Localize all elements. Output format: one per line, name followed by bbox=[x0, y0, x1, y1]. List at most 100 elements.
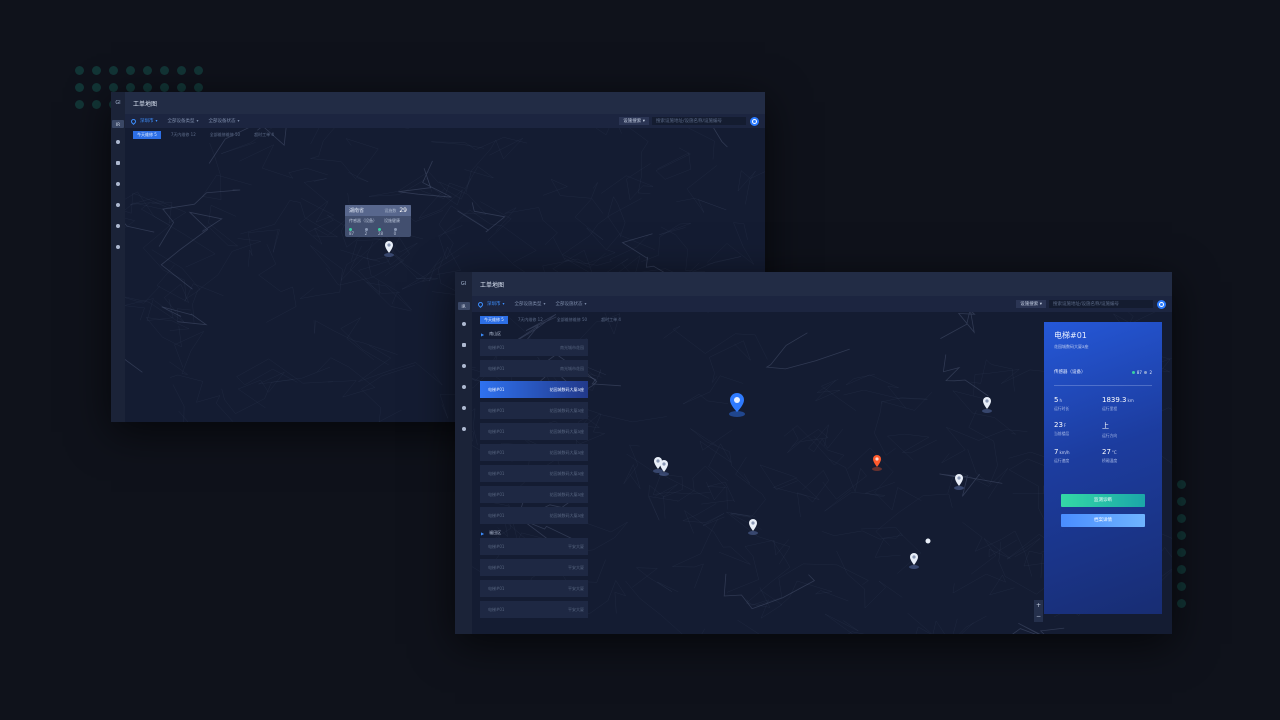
tooltip-stat: 0 bbox=[393, 231, 397, 236]
decorative-dot bbox=[177, 83, 186, 92]
sidebar-item-settings-icon[interactable] bbox=[461, 364, 466, 368]
district-name: 福田区 bbox=[489, 530, 502, 535]
sidebar-item-users-icon[interactable] bbox=[116, 203, 120, 207]
sidebar-item-system-icon[interactable] bbox=[116, 245, 120, 249]
map-marker-dot-icon[interactable] bbox=[924, 537, 932, 545]
search-icon[interactable] bbox=[750, 116, 759, 126]
list-item[interactable]: 电梯#01 平安大厦 bbox=[480, 559, 588, 576]
device-name: 电梯#01 bbox=[488, 512, 505, 518]
device-status-dropdown[interactable]: 全部设施状态 ▾ bbox=[556, 301, 587, 307]
list-item[interactable]: 电梯#01 花园城数码大厦a座 bbox=[480, 507, 588, 524]
device-name: 电梯#01 bbox=[488, 564, 505, 570]
metric-unit: F bbox=[1063, 423, 1067, 428]
list-item[interactable]: 电梯#01 花园城数码大厦a座 bbox=[480, 402, 588, 419]
metric: 上运行方向 bbox=[1102, 421, 1154, 439]
metric-label: 桥厢温度 bbox=[1102, 458, 1118, 463]
decorative-dot bbox=[1177, 548, 1186, 557]
device-type-dropdown[interactable]: 全部设施类型 ▾ bbox=[515, 301, 546, 307]
diagnose-button[interactable]: 监测诊断 bbox=[1061, 494, 1145, 507]
list-item[interactable]: 电梯#01 平安大厦 bbox=[480, 580, 588, 597]
tooltip-stat: 28 bbox=[378, 231, 384, 236]
search-input[interactable]: 搜索设施地址/设施名称/设施编号 bbox=[652, 117, 746, 125]
filter-chip[interactable]: 今天维修 5 bbox=[133, 131, 161, 139]
decorative-dot bbox=[75, 100, 84, 109]
list-item[interactable]: 电梯#01 花园城数码大厦a座 bbox=[480, 381, 588, 398]
decorative-dot bbox=[126, 83, 135, 92]
filter-chip[interactable]: 今天维修 5 bbox=[480, 316, 508, 324]
decorative-dot bbox=[1177, 582, 1186, 591]
map-pin-alert-icon[interactable] bbox=[871, 454, 883, 472]
sidebar-item-tools-icon[interactable] bbox=[461, 406, 466, 410]
zoom-in-button[interactable]: + bbox=[1034, 600, 1043, 611]
device-type-dropdown[interactable]: 全部设备类型 ▾ bbox=[168, 118, 199, 124]
device-name: 电梯#01 bbox=[488, 585, 505, 591]
map-pin-selected-icon[interactable] bbox=[728, 392, 746, 418]
device-location: 平安大厦 bbox=[568, 543, 584, 549]
device-location: 花园城数码大厦a座 bbox=[549, 386, 584, 392]
search-type-dropdown[interactable]: 设施搜索 ▾ bbox=[619, 117, 649, 125]
location-icon bbox=[129, 117, 138, 125]
decorative-dot bbox=[1177, 531, 1186, 540]
list-item[interactable]: 电梯#01 花园城数码大厦a座 bbox=[480, 444, 588, 461]
filter-chip[interactable]: 7天内维修 12 bbox=[167, 131, 200, 139]
zoom-out-button[interactable]: − bbox=[1034, 611, 1043, 622]
sidebar-item-tools-icon[interactable] bbox=[116, 224, 120, 228]
sidebar-item-users-icon[interactable] bbox=[461, 385, 466, 389]
sidebar-item-alerts-icon[interactable] bbox=[116, 140, 120, 144]
tooltip-province: 湖南省 bbox=[349, 208, 365, 214]
list-item[interactable]: 电梯#01 花园城数码大厦a座 bbox=[480, 423, 588, 440]
device-location: 花园城数码大厦a座 bbox=[549, 491, 584, 497]
map-view[interactable]: 今天维修 5 7天内维修 12 全部维修维修 50 超时工单 4 ▶ 南山区 电梯#01 南… bbox=[472, 312, 1172, 634]
map-pin-icon[interactable] bbox=[953, 473, 965, 491]
device-name: 电梯#01 bbox=[488, 386, 505, 392]
tooltip-stat: 2 bbox=[364, 231, 368, 236]
metric-value: 23 bbox=[1054, 421, 1063, 429]
metric: 27°C 桥厢温度 bbox=[1102, 448, 1154, 464]
filter-chip[interactable]: 超时工单 4 bbox=[597, 316, 625, 324]
tooltip-stat: 87 bbox=[349, 231, 355, 236]
search-icon[interactable] bbox=[1157, 299, 1166, 309]
map-pin-icon[interactable] bbox=[658, 459, 670, 477]
sidebar-item-list-icon[interactable] bbox=[461, 343, 466, 347]
sidebar-item-map[interactable]: IR bbox=[112, 120, 124, 128]
metric-value: 27 bbox=[1102, 448, 1111, 456]
list-item[interactable]: 电梯#01 平安大厦 bbox=[480, 601, 588, 618]
map-pin-icon[interactable] bbox=[908, 552, 920, 570]
decorative-dot bbox=[194, 66, 203, 75]
device-detail-panel: 电梯#01 花园城数码大厦a座 传感器（设备） 87 2 5h 运行时长 1839.… bbox=[1044, 322, 1162, 614]
city-dropdown[interactable]: 深圳市 ▾ bbox=[487, 301, 505, 307]
district-header[interactable]: ▶ 福田区 bbox=[481, 528, 588, 538]
city-dropdown[interactable]: 深圳市 ▾ bbox=[140, 118, 158, 124]
filter-chip[interactable]: 全部维修维修 50 bbox=[206, 131, 244, 139]
filter-toolbar: 深圳市 ▾ 全部设备类型 ▾ 全部设备状态 ▾ 设施搜索 ▾ 搜索设施地址/设施名称/… bbox=[125, 114, 765, 128]
sidebar-item-system-icon[interactable] bbox=[461, 427, 466, 431]
device-name: 电梯#01 bbox=[488, 407, 505, 413]
device-name: 电梯#01 bbox=[488, 365, 505, 371]
district-header[interactable]: ▶ 南山区 bbox=[481, 329, 588, 339]
province-tooltip: 湖南省 设施数 29 传感器（设备） 设施健康 87 2 28 0 bbox=[345, 205, 411, 237]
list-item[interactable]: 电梯#01 花园城数码大厦a座 bbox=[480, 486, 588, 503]
search-input[interactable]: 搜索设施地址/设施名称/设施编号 bbox=[1049, 300, 1153, 308]
map-pin-icon[interactable] bbox=[383, 240, 395, 258]
list-item[interactable]: 电梯#01 花园城数码大厦a座 bbox=[480, 465, 588, 482]
sidebar-item-list-icon[interactable] bbox=[116, 161, 120, 165]
device-status-dropdown[interactable]: 全部设备状态 ▾ bbox=[209, 118, 240, 124]
archive-details-button[interactable]: 档案详情 bbox=[1061, 514, 1145, 527]
filter-chip[interactable]: 超时工单 4 bbox=[250, 131, 278, 139]
detail-device-name: 电梯#01 bbox=[1054, 331, 1087, 340]
detail-address: 花园城数码大厦a座 bbox=[1054, 344, 1089, 349]
list-item[interactable]: 电梯#01 南光城市花园 bbox=[480, 360, 588, 377]
filter-chip[interactable]: 7天内维修 12 bbox=[514, 316, 547, 324]
list-item[interactable]: 电梯#01 平安大厦 bbox=[480, 538, 588, 555]
sidebar-item-settings-icon[interactable] bbox=[116, 182, 120, 186]
map-pin-icon[interactable] bbox=[981, 396, 993, 414]
sidebar-item-map[interactable]: IR bbox=[457, 302, 470, 310]
list-item[interactable]: 电梯#01 南光城市花园 bbox=[480, 339, 588, 356]
page-title: 工单地图 bbox=[133, 100, 158, 108]
filter-chip[interactable]: 全部维修维修 50 bbox=[553, 316, 591, 324]
search-type-dropdown[interactable]: 设施搜索 ▾ bbox=[1016, 300, 1046, 308]
title-bar: GI 工单地图 bbox=[455, 272, 1172, 296]
location-icon bbox=[476, 300, 485, 308]
map-pin-icon[interactable] bbox=[747, 518, 759, 536]
sidebar-item-alerts-icon[interactable] bbox=[461, 322, 466, 326]
